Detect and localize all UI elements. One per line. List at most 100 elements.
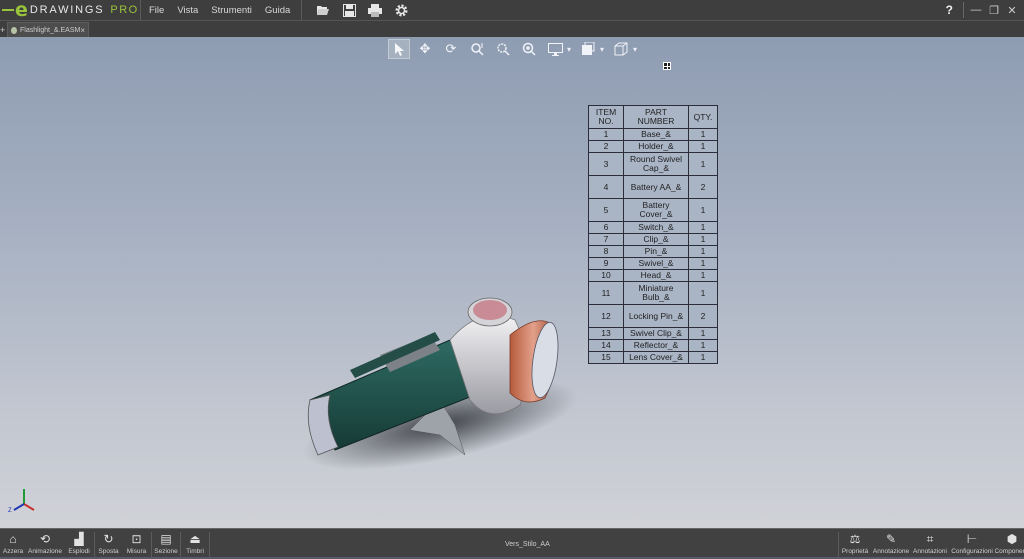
bom-item-cell: 3 (588, 152, 624, 176)
bom-part-cell: Swivel Clip_& (623, 327, 689, 340)
fit-all-icon[interactable] (663, 62, 671, 70)
bom-qty-cell: 1 (688, 339, 718, 352)
logo-name: DRAWINGS (29, 4, 105, 16)
title-bar: e DRAWINGS PRO File Vista Strumenti Guid… (0, 0, 1024, 20)
assembly-icon (11, 27, 18, 34)
annotations-icon: ⌗ (926, 532, 934, 546)
document-tab[interactable]: Flashlight_&.EASM × (7, 22, 89, 38)
zoom-to-fit-icon[interactable] (466, 39, 488, 59)
divider (209, 532, 210, 558)
proprieta-button[interactable]: ⚖ Proprietà (839, 529, 871, 559)
views-icon[interactable] (577, 39, 599, 59)
flashlight-model[interactable] (290, 260, 580, 470)
bottom-right-tools: ⚖ Proprietà ✎ Annotazione ⌗ Annotazioni … (838, 529, 1024, 559)
swivel-cap-lens (473, 300, 507, 320)
restore-button[interactable]: ❐ (988, 4, 1000, 17)
misura-button[interactable]: ⊡ Misura (122, 529, 151, 559)
bom-part-cell: Switch_& (623, 221, 689, 234)
bom-header-part: PART NUMBER (623, 105, 689, 129)
view-orientation-icon[interactable] (610, 39, 632, 59)
open-icon[interactable] (316, 3, 330, 17)
bom-row: 14 Reflector_& 1 (588, 339, 718, 352)
bom-row: 10 Head_& 1 (588, 269, 718, 282)
bom-header-row: ITEM NO. PART NUMBER QTY. (588, 105, 718, 129)
menu-file[interactable]: File (149, 5, 164, 16)
annotazione-button[interactable]: ✎ Annotazione (871, 529, 911, 559)
bom-part-cell: Lens Cover_& (623, 351, 689, 364)
properties-icon: ⚖ (849, 532, 861, 546)
bom-item-cell: 2 (588, 140, 624, 153)
sposta-button[interactable]: ↻ Sposta (95, 529, 122, 559)
app-logo: e DRAWINGS PRO (0, 0, 141, 20)
move-icon: ↻ (103, 532, 114, 546)
display-style-icon[interactable] (544, 39, 566, 59)
logo-line (2, 9, 14, 11)
bom-item-cell: 10 (588, 269, 624, 282)
menu-guida[interactable]: Guida (265, 5, 290, 16)
views-dropdown-icon[interactable]: ▾ (600, 45, 604, 54)
menu-strumenti[interactable]: Strumenti (211, 5, 252, 16)
minimize-button[interactable]: — (970, 4, 982, 16)
bom-header-item: ITEM NO. (588, 105, 624, 129)
menu-vista[interactable]: Vista (177, 5, 198, 16)
axis-triad: Z (8, 489, 35, 514)
bom-qty-cell: 1 (688, 221, 718, 234)
display-style-dropdown-icon[interactable]: ▾ (567, 45, 571, 54)
explode-icon: ▟ (74, 532, 84, 546)
bom-qty-cell: 1 (688, 245, 718, 258)
timbri-button[interactable]: ⏏ Timbri (181, 529, 209, 559)
bom-part-cell: Pin_& (623, 245, 689, 258)
bom-part-cell: Round Swivel Cap_& (623, 152, 689, 176)
new-tab-button[interactable]: + (0, 25, 5, 35)
bom-qty-cell: 2 (688, 175, 718, 199)
bom-row: 8 Pin_& 1 (588, 245, 718, 258)
bom-item-cell: 7 (588, 233, 624, 246)
bom-qty-cell: 1 (688, 140, 718, 153)
animazione-button[interactable]: ⟲ Animazione (26, 529, 64, 559)
componenti-button[interactable]: ⬢ Componenti (995, 529, 1024, 559)
print-icon[interactable] (368, 3, 383, 17)
bom-item-cell: 13 (588, 327, 624, 340)
rotate-tool-icon[interactable]: ⟳ (440, 39, 462, 59)
settings-icon[interactable] (394, 3, 408, 17)
bom-row: 13 Swivel Clip_& 1 (588, 327, 718, 340)
close-button[interactable]: ✕ (1006, 4, 1018, 17)
help-button[interactable]: ? (946, 3, 953, 17)
bom-item-cell: 1 (588, 128, 624, 141)
pan-tool-icon[interactable]: ✥ (414, 39, 436, 59)
select-tool-icon[interactable] (388, 39, 410, 59)
annotazioni-button[interactable]: ⌗ Annotazioni (911, 529, 949, 559)
zoom-to-area-icon[interactable] (492, 39, 514, 59)
bom-qty-cell: 1 (688, 327, 718, 340)
esplodi-button[interactable]: ▟ Esplodi (64, 529, 94, 559)
bottom-left-tools: ⌂ Azzera ⟲ Animazione ▟ Esplodi ↻ Sposta… (0, 529, 210, 559)
bom-qty-cell: 1 (688, 257, 718, 270)
tab-close-icon[interactable]: × (80, 26, 85, 35)
sezione-button[interactable]: ▤ Sezione (152, 529, 180, 559)
bom-row: 4 Battery AA_& 2 (588, 175, 718, 199)
bom-part-cell: Head_& (623, 269, 689, 282)
bom-qty-cell: 1 (688, 152, 718, 176)
bom-part-cell: Swivel_& (623, 257, 689, 270)
zoom-in-out-icon[interactable] (518, 39, 540, 59)
bom-table: ITEM NO. PART NUMBER QTY. 1 Base_& 1 2 Holde… (588, 105, 718, 364)
azzera-button[interactable]: ⌂ Azzera (0, 529, 26, 559)
save-icon[interactable] (342, 3, 356, 17)
bom-row: 5 Battery Cover_& 1 (588, 198, 718, 222)
3d-viewport[interactable]: ✥ ⟳ ▾ ▾ ▾ ITEM NO. PART NUMBER QTY. 1 Ba… (0, 37, 1024, 528)
logo-letter: e (15, 0, 28, 21)
bom-part-cell: Holder_& (623, 140, 689, 153)
bom-header-qty: QTY. (688, 105, 718, 129)
configurazioni-button[interactable]: ⊢ Configurazioni (949, 529, 995, 559)
quick-toolbar (302, 0, 414, 20)
components-icon: ⬢ (1006, 532, 1018, 546)
bom-part-cell: Locking Pin_& (623, 304, 689, 328)
bom-row: 7 Clip_& 1 (588, 233, 718, 246)
status-text: Vers_Stilo_AA (505, 541, 550, 548)
bom-part-cell: Miniature Bulb_& (623, 281, 689, 305)
bom-item-cell: 11 (588, 281, 624, 305)
stamp-icon: ⏏ (189, 532, 201, 546)
window-controls: ? — ❐ ✕ (946, 0, 1024, 20)
bom-row: 9 Swivel_& 1 (588, 257, 718, 270)
view-orientation-dropdown-icon[interactable]: ▾ (633, 45, 637, 54)
